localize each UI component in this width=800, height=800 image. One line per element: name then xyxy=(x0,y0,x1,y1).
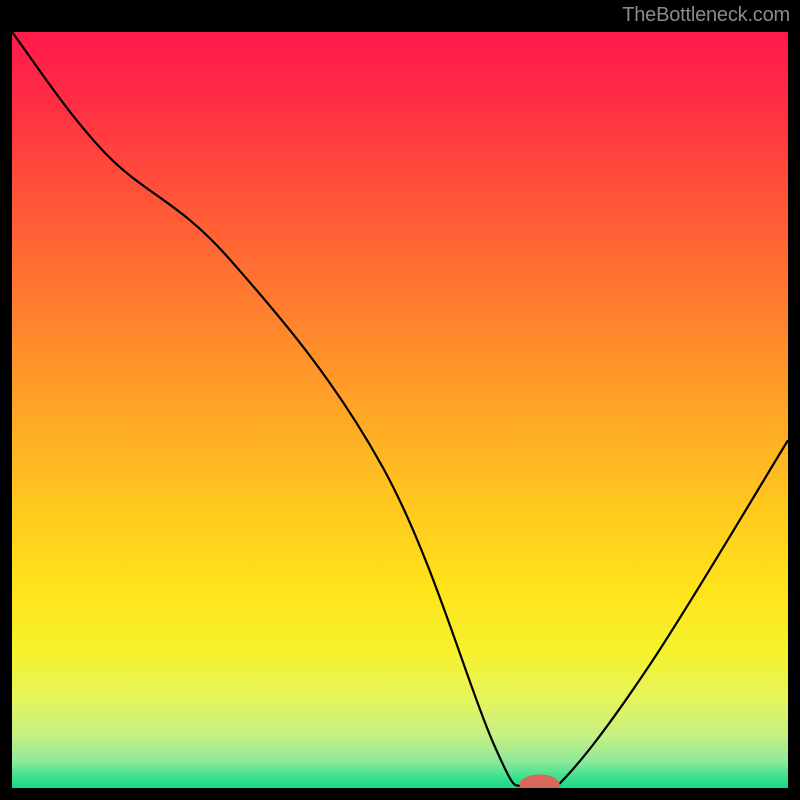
plot-area xyxy=(12,32,788,788)
attribution-text: TheBottleneck.com xyxy=(622,4,790,27)
chart-svg xyxy=(12,32,788,788)
gradient-background xyxy=(12,32,788,788)
